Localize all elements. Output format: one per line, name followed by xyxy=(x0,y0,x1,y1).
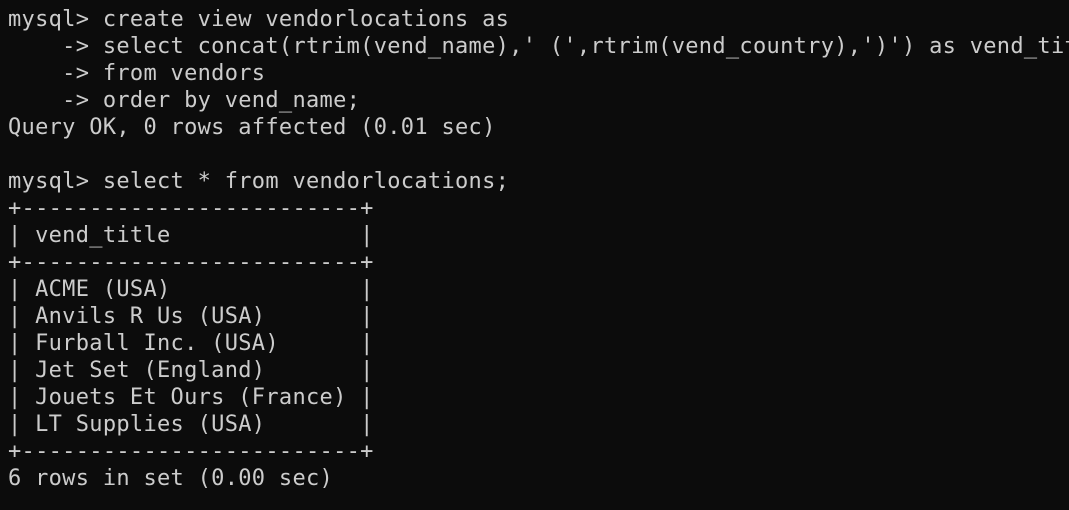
terminal-line-order-by: -> order by vend_name; xyxy=(8,88,361,113)
table-border-header: +-------------------------+ xyxy=(8,250,374,275)
table-row: | LT Supplies (USA) | xyxy=(8,412,374,437)
table-row: | Furball Inc. (USA) | xyxy=(8,331,374,356)
terminal-line-create-view: mysql> create view vendorlocations as xyxy=(8,7,510,32)
table-row: | Jouets Et Ours (France) | xyxy=(8,385,374,410)
terminal-line-rows-in-set: 6 rows in set (0.00 sec) xyxy=(8,466,334,491)
terminal-window[interactable]: mysql> create view vendorlocations as ->… xyxy=(0,0,1069,510)
table-header-row: | vend_title | xyxy=(8,223,374,248)
table-border-top: +-------------------------+ xyxy=(8,196,374,221)
table-row: | Anvils R Us (USA) | xyxy=(8,304,374,329)
terminal-line-select-concat: -> select concat(rtrim(vend_name),' (',r… xyxy=(8,34,1069,59)
table-row: | Jet Set (England) | xyxy=(8,358,374,383)
table-border-bottom: +-------------------------+ xyxy=(8,439,374,464)
terminal-line-select-view: mysql> select * from vendorlocations; xyxy=(8,169,510,194)
terminal-line-from-vendors: -> from vendors xyxy=(8,61,266,86)
table-row: | ACME (USA) | xyxy=(8,277,374,302)
terminal-line-query-ok: Query OK, 0 rows affected (0.01 sec) xyxy=(8,115,496,140)
